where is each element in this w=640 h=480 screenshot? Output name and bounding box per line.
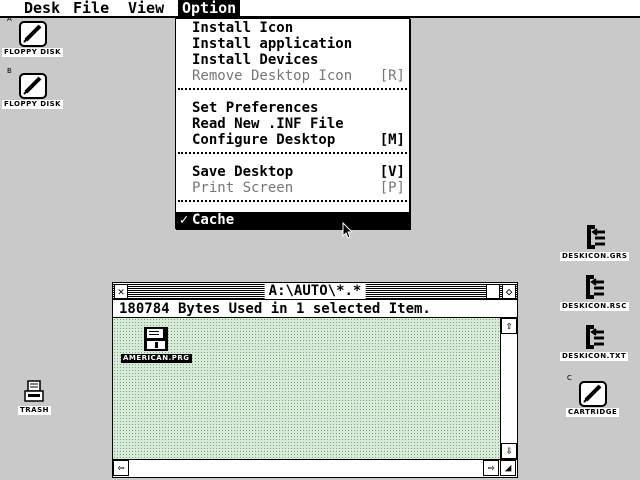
menu-item-install-devices[interactable]: Install Devices [176,52,409,68]
trash[interactable]: TRASH [18,378,51,415]
menu-item-set-preferences[interactable]: Set Preferences [176,100,409,116]
window-title: A:\AUTO\*.* [264,283,366,299]
scroll-left-icon[interactable]: ⇦ [113,460,129,476]
menu-item-remove-desktop-icon: Remove Desktop Icon [R] [192,68,405,84]
floppy-disk-a-label: FLOPPY DISK [2,48,64,57]
scroll-right-icon[interactable]: ⇨ [483,460,499,476]
horizontal-scrollbar[interactable]: ⇦ ⇨ ◢ [113,459,517,477]
menu-option[interactable]: Option [178,0,241,16]
resize-handle-icon[interactable]: ◢ [500,460,516,476]
menu-item-read-new-inf[interactable]: Read New .INF File [176,116,409,132]
floppy-disk-a[interactable]: FLOPPY DISK [2,20,64,57]
option-menu-dropdown: Install Icon Install application Install… [175,18,410,229]
shortcut-m: [M] [379,132,405,148]
window-title-bar[interactable]: ✕ A:\AUTO\*.* ◇ [113,283,517,300]
window-info-line: 180784 Bytes Used in 1 selected Item. [113,300,517,318]
cartridge-label: CARTRIDGE [566,408,620,417]
checkmark-icon: ✓ [179,212,189,228]
menu-item-print-screen: Print Screen [P] [192,180,405,196]
resource-file-icon [586,325,605,349]
mouse-pointer-icon [342,222,354,239]
menu-item-save-desktop[interactable]: Save Desktop [V] [176,164,409,180]
menu-file[interactable]: File [69,0,113,16]
deskicon-rsc[interactable]: DESKICON.RSC [560,272,629,311]
floppy-disk-b[interactable]: FLOPPY DISK [2,72,64,109]
deskicon-rsc-label: DESKICON.RSC [560,302,629,311]
directory-window: ✕ A:\AUTO\*.* ◇ 180784 Bytes Used in 1 s… [112,282,518,478]
menu-view[interactable]: View [124,0,168,16]
menu-separator [178,88,407,92]
trash-icon [24,380,45,402]
file-item[interactable]: AMERICAN.PRG [121,326,192,363]
menu-bar: Desk File View Option [0,0,640,18]
cartridge[interactable]: CARTRIDGE [566,380,620,417]
shortcut-r: [R] [379,68,405,84]
vertical-scrollbar[interactable]: ⇧ ⇩ [500,318,517,459]
scroll-down-icon[interactable]: ⇩ [501,443,517,459]
program-file-icon [144,327,169,351]
resource-file-icon [586,225,605,249]
floppy-disk-icon [18,21,47,47]
cartridge-icon [578,381,607,407]
deskicon-txt-label: DESKICON.TXT [560,352,629,361]
floppy-disk-b-label: FLOPPY DISK [2,100,64,109]
deskicon-grs[interactable]: DESKICON.GRS [560,222,630,261]
menu-item-install-application[interactable]: Install application [176,36,409,52]
shortcut-v: [V] [379,164,405,180]
menu-separator [178,152,407,156]
fuller-icon[interactable]: ◇ [502,284,516,299]
close-icon[interactable]: ✕ [114,284,128,299]
shortcut-p: [P] [379,180,405,196]
floppy-disk-icon [18,73,47,99]
move-bar-end [486,284,500,299]
trash-label: TRASH [18,406,51,415]
menu-desk[interactable]: Desk [20,0,64,16]
menu-item-configure-desktop[interactable]: Configure Desktop [M] [176,132,409,148]
deskicon-txt[interactable]: DESKICON.TXT [560,322,629,361]
menu-item-install-icon[interactable]: Install Icon [176,20,409,36]
file-name: AMERICAN.PRG [121,354,192,363]
deskicon-grs-label: DESKICON.GRS [560,252,630,261]
menu-separator [178,200,407,204]
menu-item-cache[interactable]: ✓ Cache [176,212,409,228]
window-content[interactable]: AMERICAN.PRG [113,318,500,459]
resource-file-icon [586,275,605,299]
scroll-up-icon[interactable]: ⇧ [501,318,517,334]
